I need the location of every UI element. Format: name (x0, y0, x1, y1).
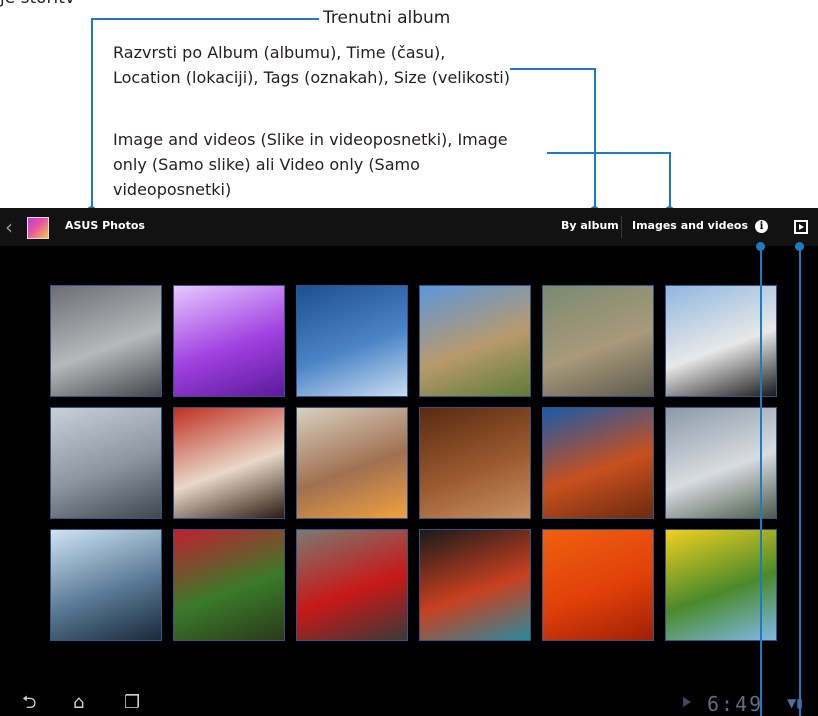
annotation-sort-by: Razvrsti po Album (albumu), Time (času),… (113, 43, 510, 87)
info-icon[interactable]: i (755, 220, 768, 233)
callout-line (669, 152, 671, 211)
current-album-title[interactable]: ASUS Photos (65, 219, 145, 232)
back-icon[interactable]: ⮌ (22, 694, 36, 712)
photo-thumbnail-chocolate-cake[interactable] (419, 407, 531, 519)
callout-line (760, 246, 762, 716)
photo-thumbnail-desert-mesa[interactable] (542, 407, 654, 519)
recent-apps-icon[interactable]: ❐ (124, 694, 140, 712)
callout-line (510, 68, 596, 70)
callout-dot (756, 242, 765, 251)
photo-thumbnail-orange-flower[interactable] (542, 529, 654, 641)
system-navigation-bar: ⮌ ⌂ ❐ 6:49 ▼▮ (0, 688, 818, 716)
annotation-current-album: Trenutni album (323, 8, 451, 28)
home-icon[interactable]: ⌂ (73, 694, 84, 712)
slideshow-icon[interactable] (794, 220, 808, 234)
status-clock: 6:49 (707, 692, 764, 716)
callout-line (547, 152, 671, 154)
photo-thumbnail-cloud-gate[interactable] (50, 407, 162, 519)
photo-thumbnail-glass-escalator[interactable] (50, 529, 162, 641)
tablet-screen: ‹ ASUS Photos By album Images and videos… (0, 208, 818, 716)
media-filter-dropdown[interactable]: Images and videos (632, 219, 748, 232)
photo-thumbnail-dining-table[interactable] (296, 407, 408, 519)
callout-line (594, 68, 596, 211)
back-chevron-icon[interactable]: ‹ (5, 217, 13, 237)
photo-thumbnail-gothic-cathedral[interactable] (419, 285, 531, 397)
callout-line (91, 18, 93, 211)
media-play-icon (683, 697, 691, 707)
action-bar-divider (621, 216, 622, 238)
action-bar: ‹ ASUS Photos By album Images and videos… (0, 208, 818, 246)
photo-thumbnail-stained-glass-window[interactable] (419, 529, 531, 641)
photo-thumbnail-skyscraper-sculpture[interactable] (50, 285, 162, 397)
sort-by-dropdown[interactable]: By album (561, 219, 619, 232)
photo-thumbnail-purple-flower[interactable] (173, 285, 285, 397)
callout-line (799, 246, 801, 716)
photos-app-icon[interactable] (27, 217, 49, 239)
photo-thumbnail-airplane-wing[interactable] (296, 285, 408, 397)
annotation-media-filter: Image and videos (Slike in videoposnetki… (113, 130, 508, 199)
photo-thumbnail-red-postbox[interactable] (296, 529, 408, 641)
callout-line (91, 18, 319, 20)
photo-thumbnail-street-statue[interactable] (542, 285, 654, 397)
photo-thumbnail-red-rose[interactable] (173, 529, 285, 641)
annotation-cut-text: je storitv (0, 0, 75, 8)
photo-thumbnail-geisha[interactable] (173, 407, 285, 519)
callout-dot (795, 242, 804, 251)
